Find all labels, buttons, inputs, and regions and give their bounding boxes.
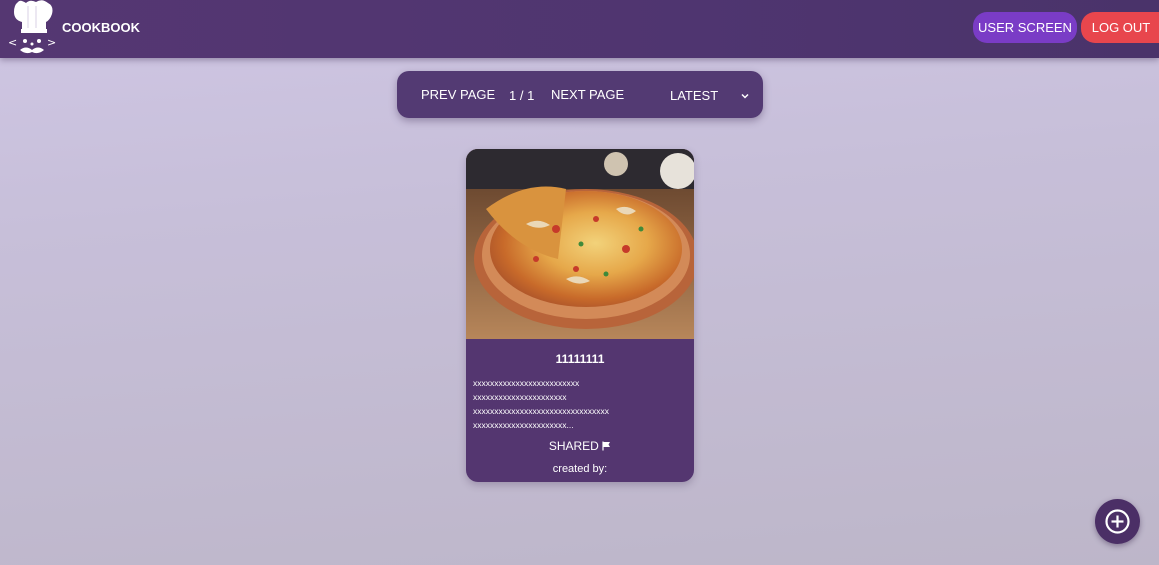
recipe-description-line: xxxxxxxxxxxxxxxxxxxxxx — [473, 392, 567, 402]
shared-status: SHARED — [466, 439, 694, 453]
svg-text:<: < — [8, 36, 17, 49]
recipe-description: xxxxxxxxxxxxxxxxxxxxxxxxx xxxxxxxxxxxxxx… — [473, 376, 691, 432]
recipe-description-line: xxxxxxxxxxxxxxxxxxxxxxxxxxxxxxxx — [473, 406, 609, 416]
shared-label: SHARED — [548, 439, 599, 453]
brand-title: COOKBOOK — [62, 20, 140, 35]
page-indicator: 1 / 1 — [509, 88, 535, 103]
created-by: created by: — [552, 463, 608, 475]
add-recipe-button[interactable] — [1095, 499, 1140, 544]
prev-page-button[interactable]: PREV PAGE — [421, 87, 495, 102]
recipe-image — [466, 149, 694, 339]
svg-text:>: > — [47, 36, 56, 49]
flag-icon — [602, 441, 611, 451]
recipe-card[interactable]: 11111111 xxxxxxxxxxxxxxxxxxxxxxxxx xxxxx… — [466, 149, 694, 482]
pagination-bar: PREV PAGE 1 / 1 NEXT PAGE LATEST — [397, 71, 763, 118]
sort-select[interactable]: LATEST — [670, 88, 718, 103]
chevron-down-icon[interactable] — [740, 91, 750, 101]
recipe-description-line: xxxxxxxxxxxxxxxxxxxxxxxxx — [473, 378, 580, 388]
next-page-button[interactable]: NEXT PAGE — [551, 87, 624, 102]
logout-button[interactable]: LOG OUT — [1081, 12, 1159, 43]
user-screen-button[interactable]: USER SCREEN — [973, 12, 1077, 43]
chef-logo-icon[interactable]: < > — [6, 0, 58, 58]
recipe-description-line: xxxxxxxxxxxxxxxxxxxxxx... — [473, 420, 574, 430]
add-circle-icon — [1105, 509, 1130, 534]
recipe-title: 11111111 — [555, 352, 605, 366]
top-navbar: < > COOKBOOK USER SCREEN LOG OUT — [0, 0, 1159, 58]
